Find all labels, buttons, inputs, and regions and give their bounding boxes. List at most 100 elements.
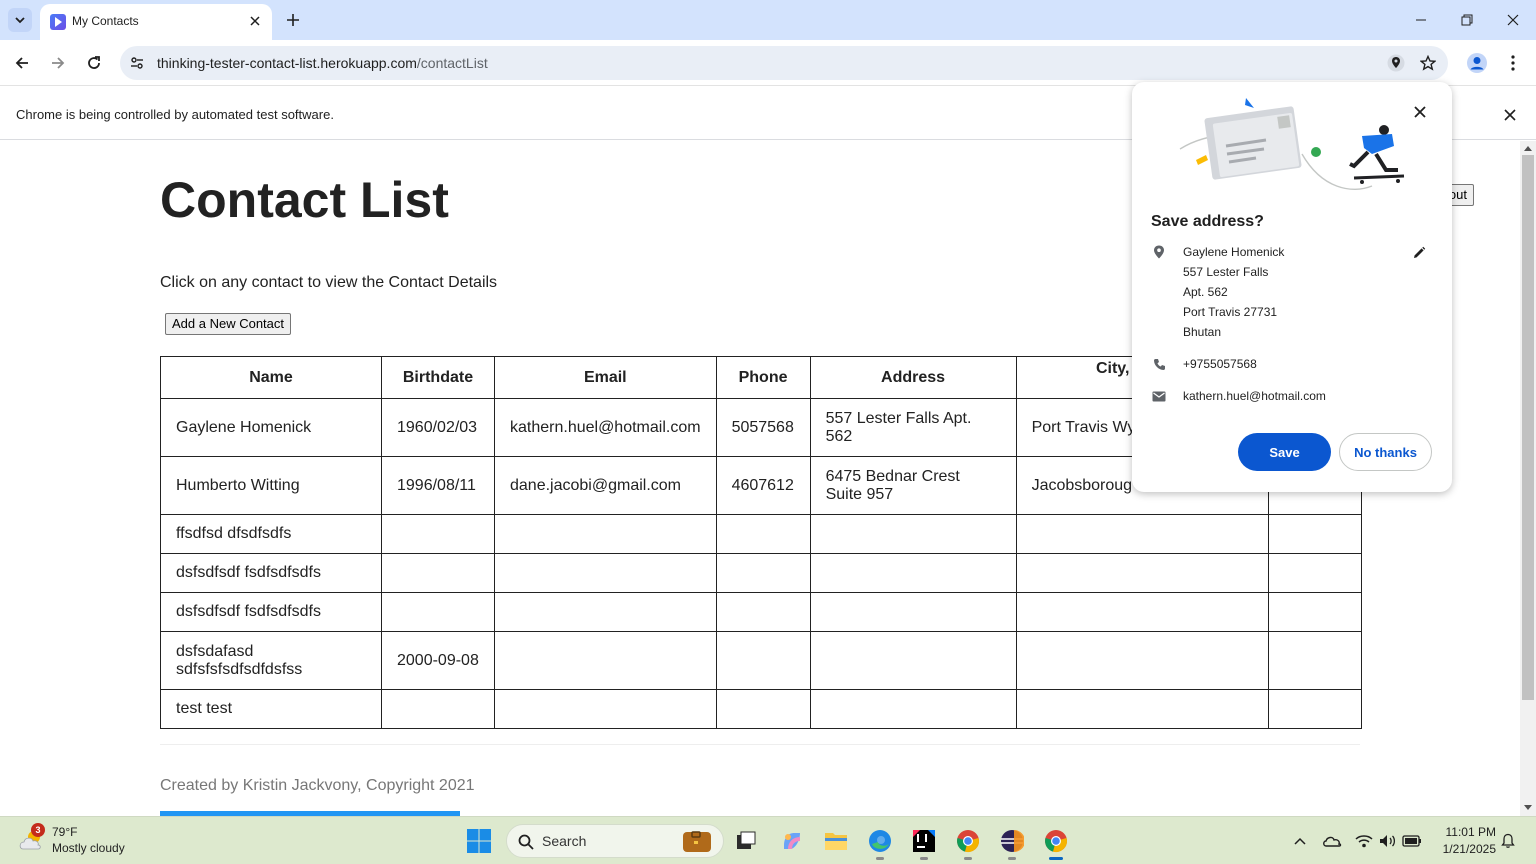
contact-phone-cell: 4607612 xyxy=(715,456,811,515)
plus-icon xyxy=(287,14,299,26)
contact-birthdate-cell: 1960/02/03 xyxy=(381,398,495,457)
profile-avatar-icon xyxy=(1467,53,1487,73)
scroll-up-arrow-icon[interactable] xyxy=(1524,146,1532,151)
table-row[interactable]: test test xyxy=(160,689,1362,729)
onedrive-cloud-icon[interactable] xyxy=(1322,831,1342,851)
contact-country-cell xyxy=(1267,631,1362,690)
volume-icon[interactable] xyxy=(1378,831,1398,851)
chevron-up-icon[interactable] xyxy=(1290,831,1310,851)
site-info-icon[interactable] xyxy=(128,54,146,72)
contact-address-cell: 557 Lester Falls Apt. 562 xyxy=(809,398,1017,457)
dialog-close-icon[interactable] xyxy=(1410,102,1430,122)
contact-country-cell xyxy=(1267,514,1362,554)
chevron-down-icon xyxy=(15,17,25,24)
eclipse-app[interactable] xyxy=(996,825,1028,860)
address-line: 557 Lester Falls xyxy=(1183,265,1269,279)
task-view-app[interactable] xyxy=(730,825,762,857)
address-line: Bhutan xyxy=(1183,325,1222,339)
tab-my-contacts[interactable]: My Contacts xyxy=(40,4,272,40)
restore-button[interactable] xyxy=(1444,8,1490,32)
contact-phone-cell xyxy=(715,631,811,690)
save-address-button[interactable]: Save xyxy=(1238,433,1331,471)
chrome-app-active[interactable] xyxy=(1040,825,1072,860)
contact-country-cell xyxy=(1267,689,1362,729)
clock-time[interactable]: 11:01 PM xyxy=(1440,825,1496,839)
intellij-app[interactable] xyxy=(908,825,940,860)
save-address-dialog: Save address? Gaylene Homenick 557 Leste… xyxy=(1132,82,1452,492)
edit-pencil-icon[interactable] xyxy=(1410,244,1428,262)
battery-icon[interactable] xyxy=(1402,831,1422,851)
scrollbar-thumb[interactable] xyxy=(1522,155,1534,700)
page-scrollbar[interactable] xyxy=(1520,141,1536,816)
file-explorer-app[interactable] xyxy=(820,825,852,857)
running-indicator xyxy=(964,857,972,860)
running-indicator xyxy=(876,857,884,860)
chrome-app[interactable] xyxy=(952,825,984,860)
contact-birthdate-cell: 1996/08/11 xyxy=(381,456,495,515)
table-row[interactable]: dsfsdfsdf fsdfsdfsdfs xyxy=(160,592,1362,632)
contact-email-cell: dane.jacobi@gmail.com xyxy=(494,456,717,515)
add-contact-button[interactable]: Add a New Contact xyxy=(165,313,292,335)
folder-icon xyxy=(825,833,847,850)
contact-name-cell: dsfsdafasd sdfsfsfsdfsdfdsfss xyxy=(160,631,382,690)
task-view-icon xyxy=(737,831,756,849)
back-button[interactable] xyxy=(8,50,36,76)
edge-app[interactable] xyxy=(864,825,896,860)
contact-phone-cell xyxy=(715,514,811,554)
table-row[interactable]: ffsdfsd dfsdfsdfs xyxy=(160,514,1362,554)
intellij-icon xyxy=(913,830,935,852)
site-favicon-icon xyxy=(50,14,66,30)
contact-city-cell xyxy=(1015,689,1269,729)
close-window-button[interactable] xyxy=(1490,8,1536,32)
footer-divider xyxy=(160,744,1360,745)
windows-start-icon[interactable] xyxy=(466,828,492,854)
chrome-icon xyxy=(1045,830,1067,852)
phone-number: +9755057568 xyxy=(1183,357,1257,371)
clock-date[interactable]: 1/21/2025 xyxy=(1430,842,1496,856)
contact-email-cell xyxy=(494,553,717,593)
contact-email-cell xyxy=(494,592,717,632)
contact-birthdate-cell xyxy=(381,514,495,554)
wifi-icon[interactable] xyxy=(1354,831,1374,851)
tab-search-button[interactable] xyxy=(8,8,32,32)
column-header: Address xyxy=(809,356,1017,399)
contact-city-cell xyxy=(1015,553,1269,593)
address-illustration xyxy=(1179,98,1405,190)
arrow-right-icon xyxy=(52,57,65,69)
location-pin-icon[interactable] xyxy=(1385,52,1407,74)
weather-temperature: 79°F xyxy=(52,825,78,839)
url-text: thinking-tester-contact-list.herokuapp.c… xyxy=(157,55,488,71)
contact-city-cell xyxy=(1015,631,1269,690)
contact-city-cell xyxy=(1015,514,1269,554)
chrome-menu-button[interactable] xyxy=(1502,50,1524,76)
table-row[interactable]: dsfsdafasd sdfsfsfsdfsdfdsfss 2000-09-08 xyxy=(160,631,1362,690)
bookmark-star-icon[interactable] xyxy=(1417,52,1439,74)
tab-close-icon[interactable] xyxy=(246,12,264,30)
table-row[interactable]: dsfsdfsdf fsdfsdfsdfs xyxy=(160,553,1362,593)
url-domain: thinking-tester-contact-list.herokuapp.c… xyxy=(157,55,417,71)
profile-button[interactable] xyxy=(1464,50,1490,76)
forward-button[interactable] xyxy=(44,50,72,76)
copilot-app[interactable] xyxy=(776,825,808,857)
no-thanks-button[interactable]: No thanks xyxy=(1339,433,1432,471)
more-vertical-icon xyxy=(1511,55,1515,71)
contact-name-cell: dsfsdfsdf fsdfsdfsdfs xyxy=(160,592,382,632)
scroll-down-arrow-icon[interactable] xyxy=(1524,805,1532,810)
search-placeholder: Search xyxy=(542,833,587,849)
new-tab-button[interactable] xyxy=(282,9,304,31)
copilot-icon xyxy=(784,833,801,850)
notification-bell-icon[interactable] xyxy=(1498,831,1518,851)
infobar-close-icon[interactable] xyxy=(1500,105,1520,125)
windows-taskbar: 3 79°F Mostly cloudy Search 11:01 PM 1/2… xyxy=(0,816,1536,864)
contact-name-cell: dsfsdfsdf fsdfsdfsdfs xyxy=(160,553,382,593)
restore-icon xyxy=(1461,14,1473,26)
minimize-button[interactable] xyxy=(1398,8,1444,32)
phone-icon xyxy=(1151,356,1167,372)
reload-button[interactable] xyxy=(80,50,108,76)
contact-email-cell xyxy=(494,631,717,690)
contact-name-cell: test test xyxy=(160,689,382,729)
contact-birthdate-cell xyxy=(381,689,495,729)
contact-email-cell xyxy=(494,689,717,729)
address-bar[interactable]: thinking-tester-contact-list.herokuapp.c… xyxy=(120,46,1448,80)
briefcase-app[interactable] xyxy=(680,825,712,857)
